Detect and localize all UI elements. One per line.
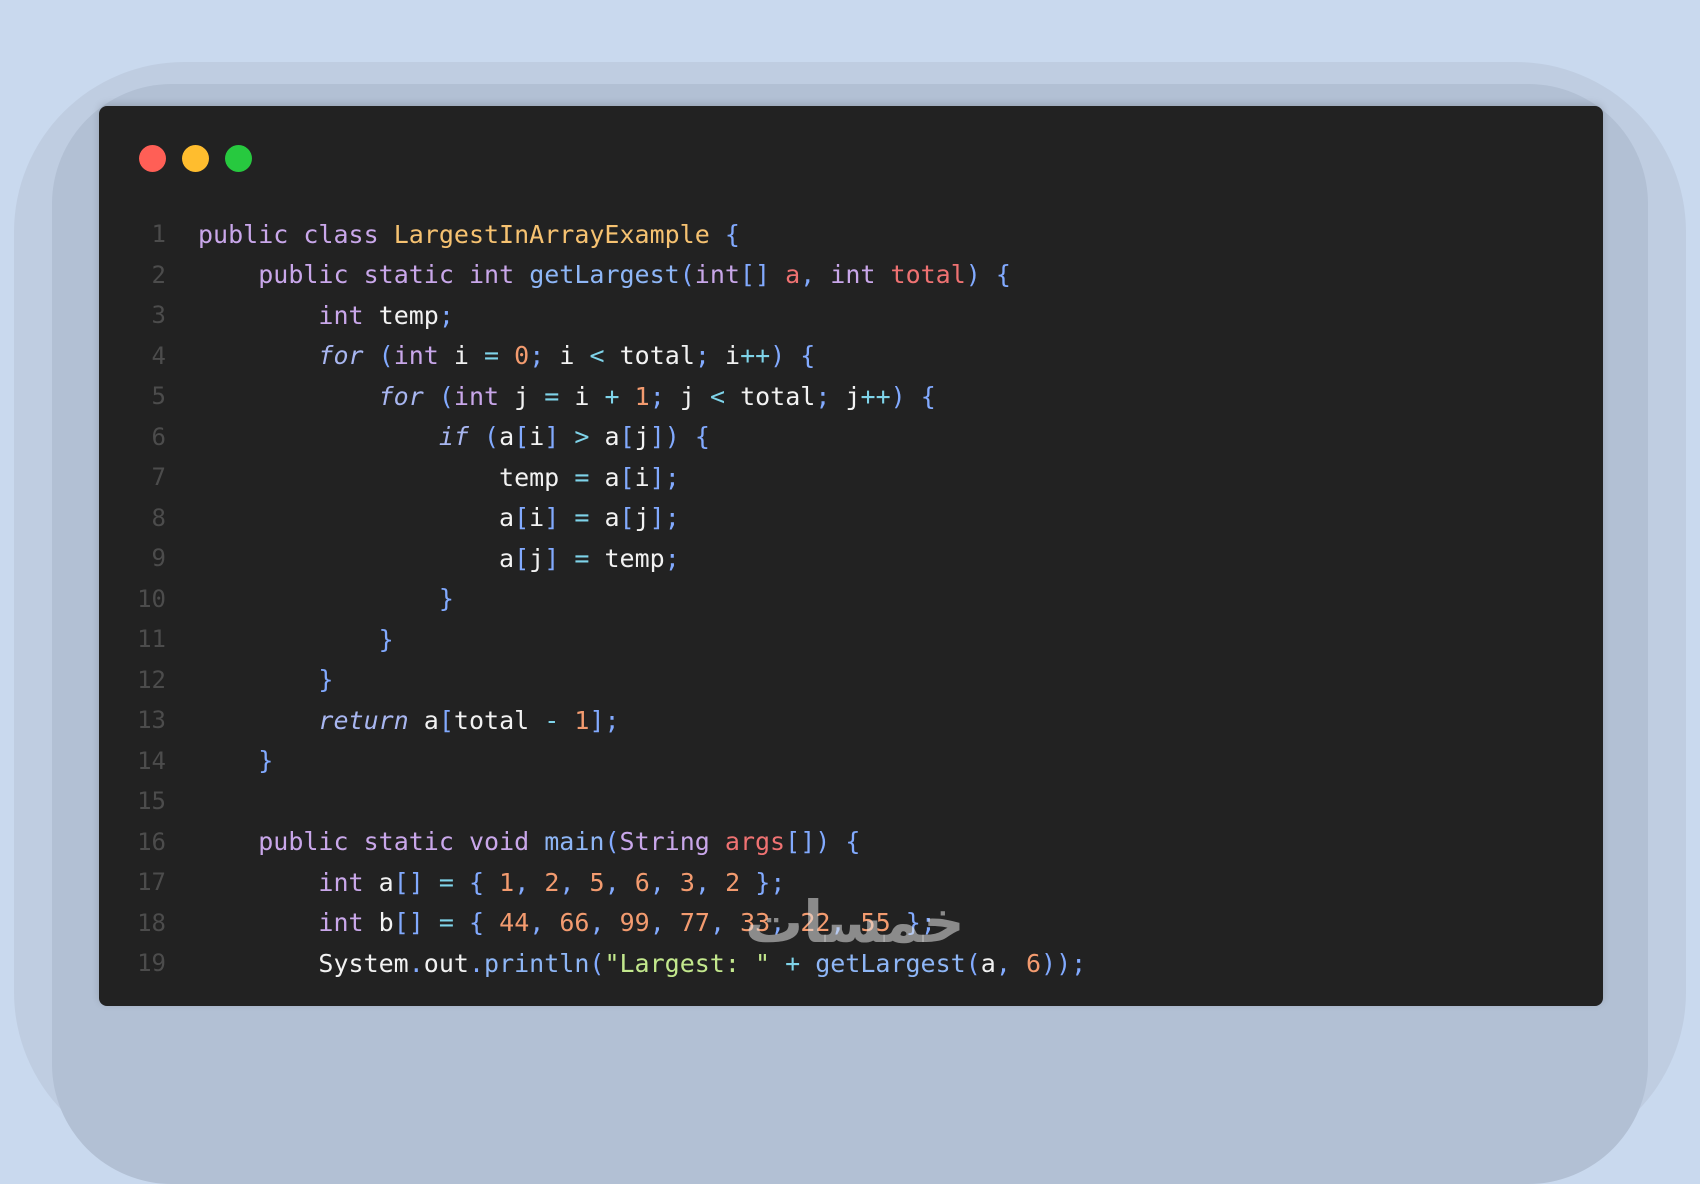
code-text: if (a[i] > a[j]) { — [438, 422, 710, 452]
code-line: 4 for (int i = 0; i < total; i++) { — [99, 336, 1603, 377]
code-line: 7 temp = a[i]; — [99, 457, 1603, 498]
maximize-button[interactable] — [225, 145, 252, 172]
code-text: a[j] = temp; — [499, 543, 680, 573]
code-text: public static int getLargest(int[] a, in… — [258, 260, 1011, 290]
line-number: 2 — [151, 260, 166, 289]
code-text: int a[] = { 1, 2, 5, 6, 3, 2 }; — [318, 867, 786, 897]
code-text: public class LargestInArrayExample { — [198, 219, 740, 249]
code-line: 10 } — [99, 579, 1603, 620]
code-text: } — [378, 624, 394, 654]
line-number: 19 — [137, 949, 166, 978]
code-line: 3 int temp; — [99, 295, 1603, 336]
code-text: int temp; — [318, 300, 454, 330]
line-number: 10 — [137, 584, 166, 613]
code-line: 8 a[i] = a[j]; — [99, 498, 1603, 539]
code-text: } — [438, 584, 454, 614]
code-text: temp = a[i]; — [499, 462, 680, 492]
line-number: 17 — [137, 868, 166, 897]
line-number: 11 — [137, 625, 166, 654]
code-text: a[i] = a[j]; — [499, 503, 680, 533]
code-line: 5 for (int j = i + 1; j < total; j++) { — [99, 376, 1603, 417]
code-text: for (int i = 0; i < total; i++) { — [318, 341, 816, 371]
line-number: 15 — [137, 787, 166, 816]
code-editor[interactable]: 1 public class LargestInArrayExample { 2 p… — [99, 214, 1603, 984]
code-line: 16 public static void main(String args[]… — [99, 822, 1603, 863]
code-text: } — [258, 746, 274, 776]
code-line: 12 } — [99, 660, 1603, 701]
line-number: 6 — [151, 422, 166, 451]
line-number: 13 — [137, 706, 166, 735]
line-number: 5 — [151, 382, 166, 411]
code-line: 13 return a[total - 1]; — [99, 700, 1603, 741]
close-button[interactable] — [139, 145, 166, 172]
line-number: 16 — [137, 827, 166, 856]
code-text: for (int j = i + 1; j < total; j++) { — [378, 381, 936, 411]
line-number: 18 — [137, 908, 166, 937]
line-number: 12 — [137, 665, 166, 694]
window-controls — [139, 145, 252, 172]
code-line: 6 if (a[i] > a[j]) { — [99, 417, 1603, 458]
code-window: 1 public class LargestInArrayExample { 2 p… — [99, 106, 1603, 1006]
code-line: 1 public class LargestInArrayExample { — [99, 214, 1603, 255]
minimize-button[interactable] — [182, 145, 209, 172]
code-line: 9 a[j] = temp; — [99, 538, 1603, 579]
line-number: 3 — [151, 301, 166, 330]
code-text: } — [318, 665, 334, 695]
code-text: public static void main(String args[]) { — [258, 827, 861, 857]
line-number: 1 — [151, 220, 166, 249]
line-number: 7 — [151, 463, 166, 492]
code-text: return a[total - 1]; — [318, 705, 620, 735]
line-number: 9 — [151, 544, 166, 573]
code-line: 15 — [99, 781, 1603, 822]
code-line: 2 public static int getLargest(int[] a, … — [99, 255, 1603, 296]
line-number: 4 — [151, 341, 166, 370]
line-number: 8 — [151, 503, 166, 532]
code-line: 14 } — [99, 741, 1603, 782]
line-number: 14 — [137, 746, 166, 775]
code-line: 11 } — [99, 619, 1603, 660]
watermark-logo: خمسات — [745, 888, 967, 956]
